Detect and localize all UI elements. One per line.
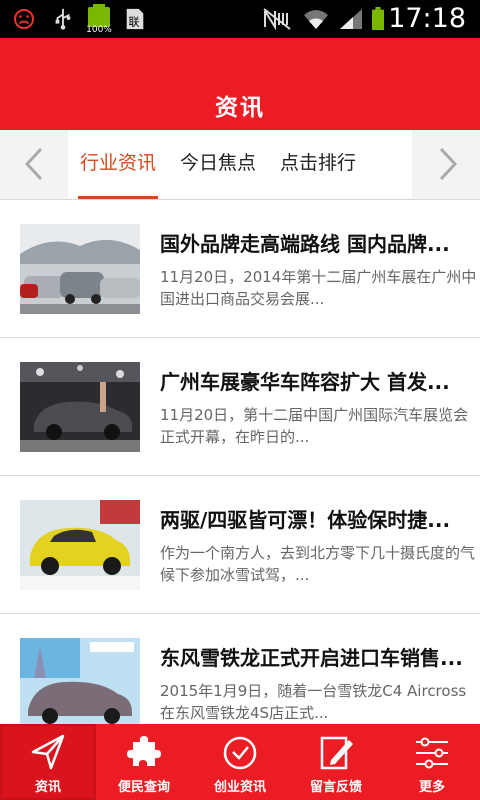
tabs-strip: 行业资讯 今日焦点 点击排行 [68, 130, 412, 199]
wifi-icon [304, 10, 328, 29]
list-item[interactable]: 两驱/四驱皆可漂！体验保时捷... 作为一个南方人，去到北方零下几十摄氏度的气候… [0, 476, 480, 614]
article-summary: 2015年1月9日，随着一台雪铁龙C4 Aircross在东风雪铁龙4S店正式.… [160, 682, 467, 722]
signal-icon [340, 9, 362, 29]
sim-card-icon: 联 [126, 8, 144, 30]
article-list: 国外品牌走高端路线 国内品牌... 11月20日，2014年第十二届广州车展在广… [0, 200, 480, 724]
article-title: 两驱/四驱皆可漂！体验保时捷... [160, 508, 451, 532]
tab-scroll-right-button[interactable] [414, 130, 480, 199]
status-bar: 100% 联 17:18 [0, 0, 480, 38]
list-item[interactable]: 广州车展豪华车阵容扩大 首发... 11月20日，第十二届中国广州国际汽车展览会… [0, 338, 480, 476]
list-item[interactable]: 国外品牌走高端路线 国内品牌... 11月20日，2014年第十二届广州车展在广… [0, 200, 480, 338]
battery-icon: 100% [86, 4, 112, 35]
article-thumbnail [20, 638, 140, 724]
battery-full-icon [372, 7, 384, 31]
nav-news[interactable]: 资讯 [0, 724, 96, 800]
article-thumbnail [20, 362, 140, 452]
article-summary: 11月20日，第十二届中国广州国际汽车展览会正式开幕，在昨日的... [160, 406, 469, 446]
nav-label: 便民查询 [117, 780, 170, 795]
tab-today-focus[interactable]: 今日焦点 [176, 130, 260, 199]
status-time: 17:18 [388, 3, 466, 34]
tab-scroll-left-button[interactable] [0, 130, 66, 199]
svg-text:联: 联 [129, 15, 140, 28]
tab-click-ranking[interactable]: 点击排行 [276, 130, 360, 199]
nav-label: 留言反馈 [309, 780, 362, 795]
usb-icon [55, 8, 71, 30]
edit-icon [320, 736, 353, 770]
nav-public-query[interactable]: 便民查询 [96, 724, 192, 800]
sliders-icon [416, 737, 448, 769]
nav-feedback[interactable]: 留言反馈 [288, 724, 384, 800]
chevron-right-icon [439, 147, 458, 181]
list-item[interactable]: 东风雪铁龙正式开启进口车销售... 2015年1月9日，随着一台雪铁龙C4 Ai… [0, 614, 480, 724]
tab-label: 点击排行 [279, 152, 356, 174]
article-thumbnail [20, 224, 140, 314]
bottom-navigation: 资讯 便民查询 创业资讯 留言反馈 更多 [0, 724, 480, 800]
page-title: 资讯 [215, 95, 265, 121]
send-icon [31, 734, 65, 770]
article-title: 广州车展豪华车阵容扩大 首发... [160, 370, 450, 394]
article-title: 国外品牌走高端路线 国内品牌... [160, 232, 450, 256]
nav-label: 资讯 [34, 780, 61, 795]
article-thumbnail [20, 500, 140, 590]
battery-label: 100% [86, 25, 112, 35]
clock-icon [223, 736, 257, 770]
tab-label: 行业资讯 [79, 152, 156, 174]
chevron-left-icon [24, 147, 43, 181]
nav-more[interactable]: 更多 [384, 724, 480, 800]
nav-label: 更多 [418, 780, 445, 795]
article-summary: 11月20日，2014年第十二届广州车展在广州中国进出口商品交易会展... [160, 268, 477, 308]
puzzle-icon [127, 736, 161, 766]
article-title: 东风雪铁龙正式开启进口车销售... [160, 646, 463, 670]
tab-label: 今日焦点 [179, 152, 256, 174]
article-summary: 作为一个南方人，去到北方零下几十摄氏度的气候下参加冰雪试驾，... [160, 544, 476, 584]
header-bar: 资讯 [0, 38, 480, 130]
tab-industry-news[interactable]: 行业资讯 [78, 130, 158, 199]
sad-face-icon [14, 9, 34, 29]
category-tab-bar: 行业资讯 今日焦点 点击排行 [0, 130, 480, 200]
nav-label: 创业资讯 [213, 780, 266, 795]
mute-icon [263, 8, 291, 31]
nav-business-news[interactable]: 创业资讯 [192, 724, 288, 800]
